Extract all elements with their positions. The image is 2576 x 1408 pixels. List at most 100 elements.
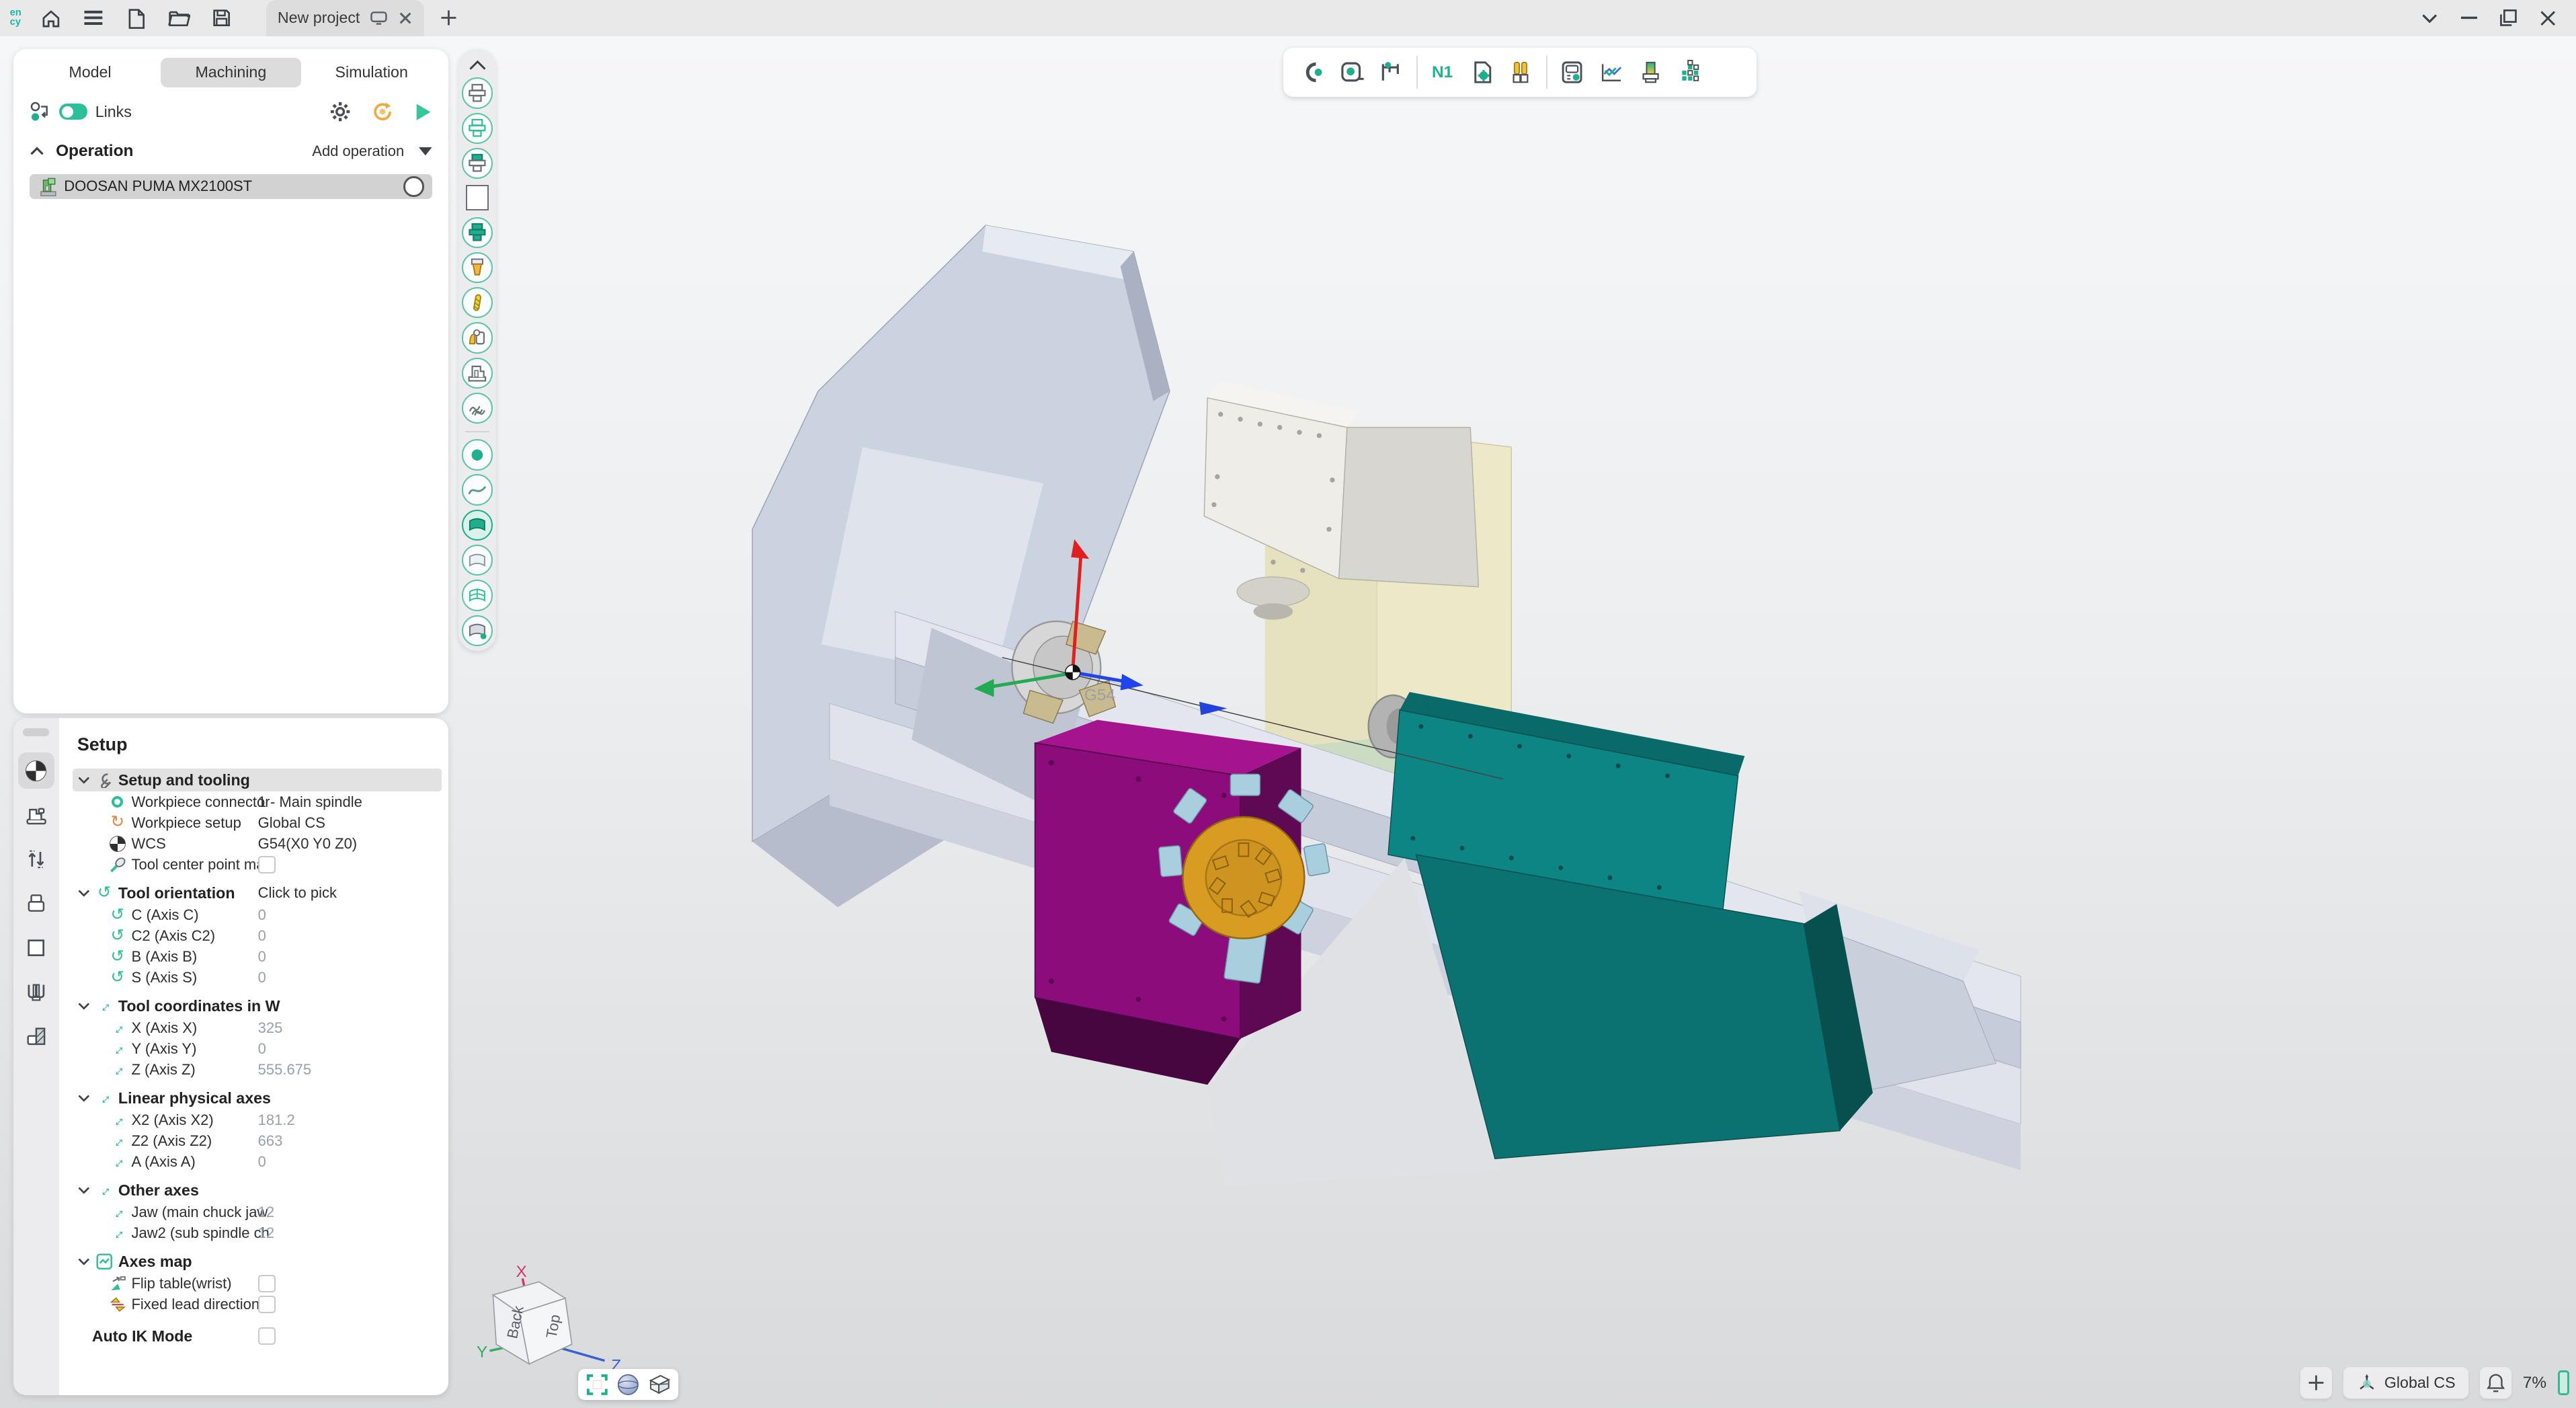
section-axes-map[interactable]: Axes map bbox=[73, 1250, 442, 1273]
main-menu-button[interactable] bbox=[82, 7, 105, 30]
property-row[interactable]: Fixed lead direction bbox=[73, 1294, 442, 1315]
tab-machining[interactable]: Machining bbox=[161, 58, 301, 87]
property-row[interactable]: Workpiece connector 1 - Main spindle bbox=[73, 791, 442, 812]
machine-icon[interactable] bbox=[462, 358, 493, 389]
rail-tool-tab[interactable] bbox=[18, 886, 54, 922]
coordinate-system-selector[interactable]: Global CS bbox=[2343, 1367, 2468, 1398]
caliper-icon[interactable] bbox=[1372, 52, 1412, 92]
tool-holder-teal-top-icon[interactable] bbox=[462, 148, 493, 179]
strip-collapse-chevron-icon[interactable] bbox=[469, 59, 487, 71]
tool-holder-filled-icon[interactable] bbox=[462, 217, 493, 248]
collapse-chevron-icon[interactable] bbox=[30, 146, 44, 156]
property-row[interactable]: ↔A (Axis A)0 bbox=[73, 1151, 442, 1172]
close-window-button[interactable] bbox=[2536, 7, 2559, 30]
property-row[interactable]: ↺S (Axis S)0 bbox=[73, 967, 442, 988]
tool-holder-outline-icon[interactable] bbox=[462, 77, 493, 108]
minimize-button[interactable] bbox=[2458, 7, 2481, 30]
tab-model[interactable]: Model bbox=[19, 58, 160, 87]
property-row[interactable]: ↔Jaw2 (sub spindle ch12 bbox=[73, 1223, 442, 1244]
add-cs-button[interactable] bbox=[2300, 1367, 2331, 1398]
section-tool-coordinates[interactable]: ↔ Tool coordinates in W bbox=[73, 994, 442, 1017]
cables-icon[interactable] bbox=[1502, 52, 1541, 92]
notifications-button[interactable] bbox=[2480, 1367, 2511, 1398]
property-row[interactable]: Flip table(wrist) bbox=[73, 1274, 442, 1294]
rail-chuck-tab[interactable] bbox=[18, 974, 54, 1011]
property-row[interactable]: ↔X2 (Axis X2)181.2 bbox=[73, 1109, 442, 1130]
tab-simulation[interactable]: Simulation bbox=[301, 58, 442, 87]
section-setup-and-tooling[interactable]: Setup and tooling bbox=[73, 769, 442, 791]
save-button[interactable] bbox=[210, 7, 233, 30]
flip-table-checkbox[interactable] bbox=[258, 1275, 276, 1292]
gcode-icon[interactable]: N1 bbox=[1422, 52, 1462, 92]
graphs-icon[interactable] bbox=[1592, 52, 1632, 92]
sync-icon[interactable] bbox=[371, 100, 394, 123]
property-row[interactable]: ↔Z2 (Axis Z2)663 bbox=[73, 1130, 442, 1151]
rail-reorder-tab[interactable] bbox=[18, 841, 54, 877]
linear-axis-icon: ↔ bbox=[108, 1226, 126, 1241]
machine-part-icon[interactable] bbox=[462, 322, 493, 353]
section-other-axes[interactable]: ↔ Other axes bbox=[73, 1179, 442, 1202]
postprocessor-icon[interactable] bbox=[1462, 52, 1502, 92]
close-tab-icon[interactable] bbox=[398, 11, 413, 26]
property-row[interactable]: Tool center point ma bbox=[73, 854, 442, 875]
property-row[interactable]: WCS G54(X0 Y0 Z0) bbox=[73, 833, 442, 854]
project-tab[interactable]: New project bbox=[266, 0, 424, 36]
project-tree-panel: Model Machining Simulation Links Operati… bbox=[13, 49, 449, 713]
rail-wcs-tab[interactable] bbox=[18, 752, 54, 789]
property-row[interactable]: ↻ Workpiece setup Global CS bbox=[73, 812, 442, 833]
rail-stock-tab[interactable] bbox=[18, 930, 54, 966]
stock-square-icon[interactable] bbox=[466, 185, 488, 210]
rail-drag-handle[interactable] bbox=[23, 728, 49, 736]
links-label: Links bbox=[95, 103, 132, 121]
property-row[interactable]: ↺C (Axis C)0 bbox=[73, 904, 442, 925]
sheet-icon[interactable] bbox=[462, 545, 493, 576]
tool-holder-teal-outline-icon[interactable] bbox=[462, 113, 493, 144]
cone-tool-icon[interactable] bbox=[462, 252, 493, 283]
add-operation-button[interactable]: Add operation bbox=[312, 143, 432, 160]
fixed-lead-direction-checkbox[interactable] bbox=[258, 1296, 276, 1313]
statistics-icon[interactable] bbox=[1671, 52, 1710, 92]
control-panel-icon[interactable] bbox=[1552, 52, 1592, 92]
auto-ik-checkbox[interactable] bbox=[258, 1327, 276, 1345]
point-icon[interactable] bbox=[462, 439, 493, 470]
tool-center-point-checkbox[interactable] bbox=[258, 856, 276, 873]
titlebar: ency New project bbox=[0, 0, 2576, 36]
machine-settings-gear-icon[interactable] bbox=[329, 100, 352, 123]
sheet-point-icon[interactable] bbox=[462, 615, 493, 646]
property-row[interactable]: ↔Z (Axis Z)555.675 bbox=[73, 1059, 442, 1080]
tool-wear-icon[interactable] bbox=[1632, 52, 1671, 92]
drill-tool-icon[interactable] bbox=[462, 287, 493, 318]
shaded-view-icon[interactable] bbox=[616, 1372, 641, 1397]
property-row[interactable]: ↔X (Axis X)325 bbox=[73, 1017, 442, 1038]
links-toggle[interactable] bbox=[59, 104, 87, 120]
new-file-button[interactable] bbox=[125, 7, 148, 30]
measure-tape-icon[interactable] bbox=[1332, 52, 1372, 92]
snap-magnet-icon[interactable] bbox=[1293, 52, 1332, 92]
section-tool-orientation[interactable]: ↺ Tool orientation Click to pick bbox=[73, 882, 442, 904]
operation-item-machine[interactable]: DOOSAN PUMA MX2100ST bbox=[30, 174, 432, 199]
hatch-lines-icon[interactable] bbox=[462, 393, 493, 424]
run-play-icon[interactable] bbox=[414, 102, 432, 122]
links-icon bbox=[30, 101, 51, 122]
surface-filled-icon[interactable] bbox=[462, 510, 493, 541]
new-tab-button[interactable] bbox=[437, 7, 460, 30]
grid-surface-icon[interactable] bbox=[462, 580, 493, 611]
home-button[interactable] bbox=[40, 7, 63, 30]
fit-view-icon[interactable] bbox=[585, 1372, 610, 1397]
tool-orientation-picker[interactable]: Click to pick bbox=[258, 884, 337, 902]
property-row[interactable]: ↔Y (Axis Y)0 bbox=[73, 1038, 442, 1059]
maximize-button[interactable] bbox=[2497, 7, 2520, 30]
open-project-button[interactable] bbox=[167, 7, 190, 30]
rail-machine-tab[interactable] bbox=[18, 797, 54, 833]
rail-fixture-tab[interactable] bbox=[18, 1019, 54, 1055]
linear-axis-icon: ↔ bbox=[95, 1091, 114, 1105]
property-row[interactable]: ↔Jaw (main chuck jaw12 bbox=[73, 1202, 442, 1222]
curve-icon[interactable] bbox=[462, 474, 493, 505]
window-menu-chevron[interactable] bbox=[2418, 7, 2441, 30]
setup-rail bbox=[13, 718, 59, 1395]
operation-radio[interactable] bbox=[403, 176, 424, 196]
section-linear-physical-axes[interactable]: ↔ Linear physical axes bbox=[73, 1087, 442, 1109]
wireframe-view-icon[interactable] bbox=[647, 1372, 672, 1397]
property-row[interactable]: ↺C2 (Axis C2)0 bbox=[73, 925, 442, 946]
property-row[interactable]: ↺B (Axis B)0 bbox=[73, 946, 442, 967]
